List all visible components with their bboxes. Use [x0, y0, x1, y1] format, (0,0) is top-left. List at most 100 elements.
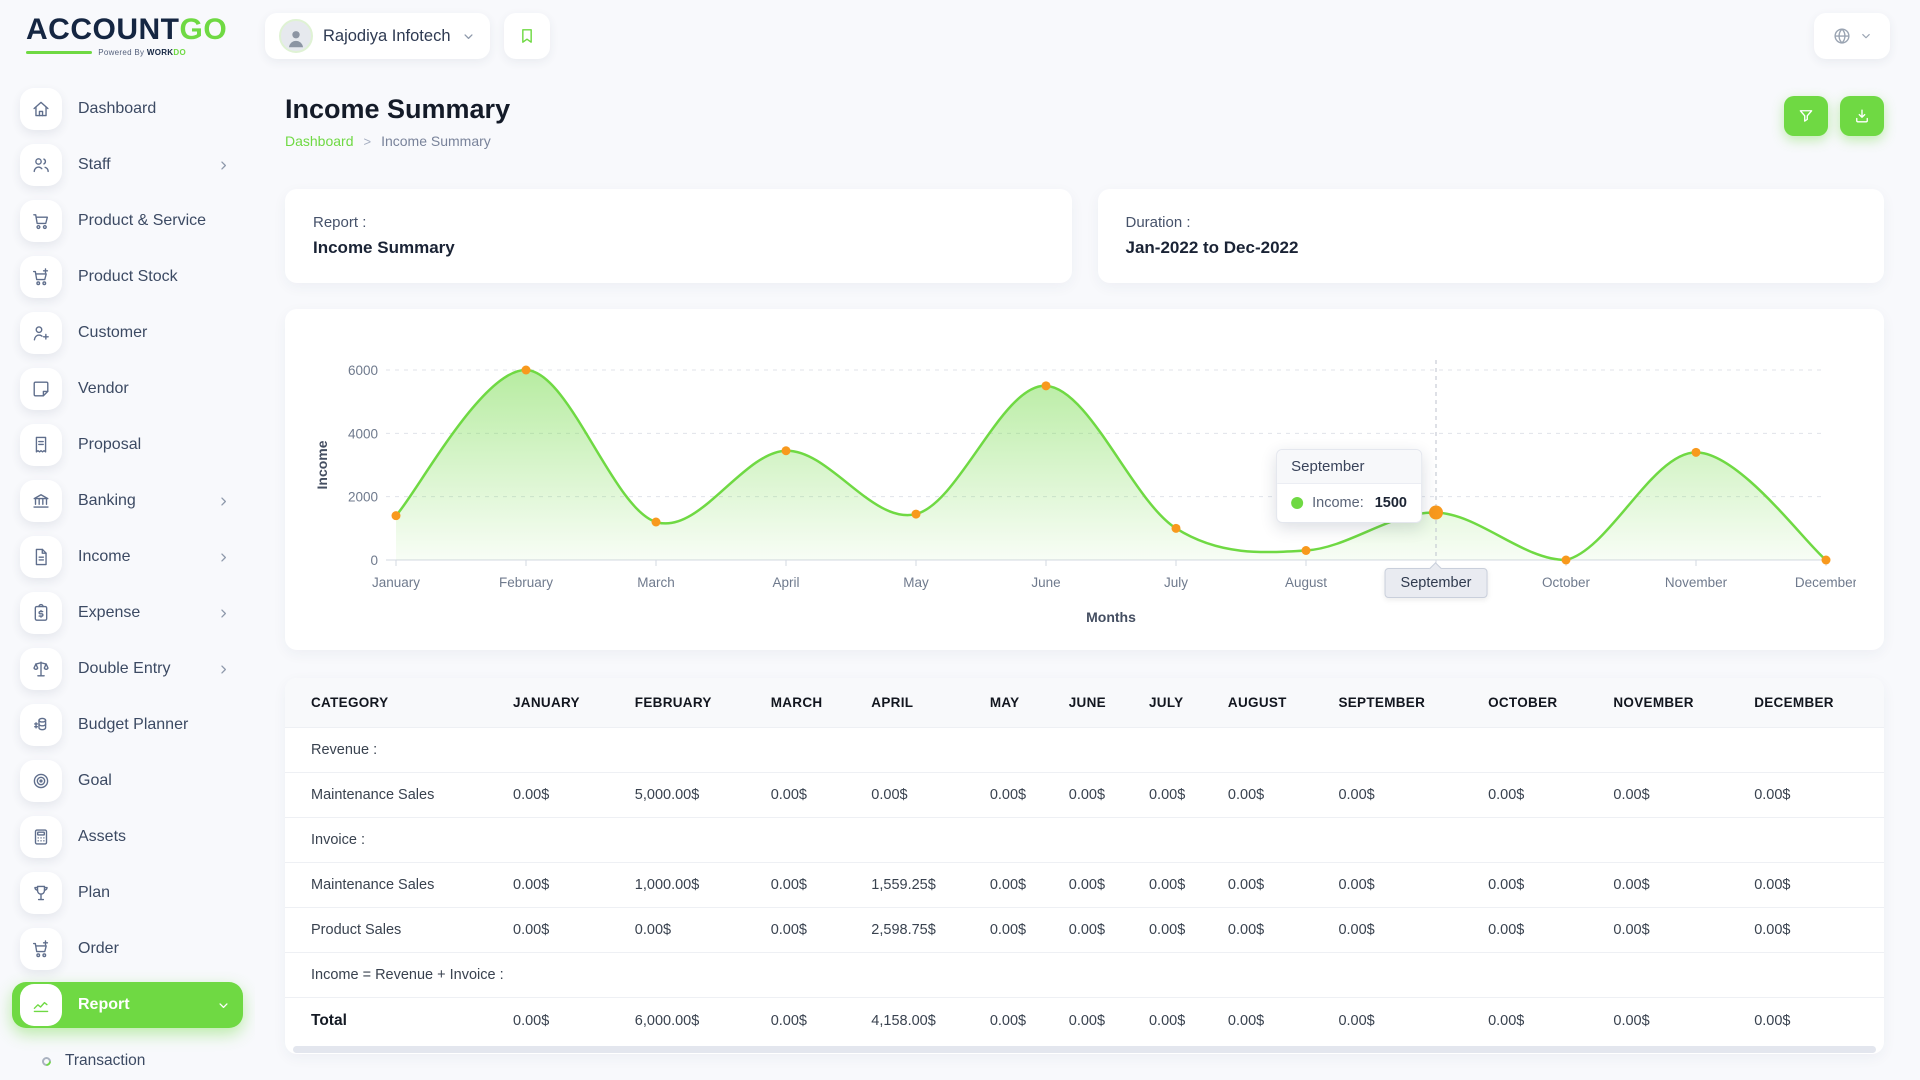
sidebar-item-staff[interactable]: Staff — [12, 142, 243, 188]
svg-text:0: 0 — [370, 553, 378, 568]
bookmark-button[interactable] — [504, 13, 550, 59]
sidebar-item-vendor[interactable]: Vendor — [12, 366, 243, 412]
chevron-right-icon — [216, 606, 231, 621]
table-header-march: MARCH — [761, 678, 862, 728]
table-row-total: Total0.00$6,000.00$0.00$4,158.00$0.00$0.… — [285, 998, 1884, 1045]
duration-value: Jan-2022 to Dec-2022 — [1126, 238, 1857, 258]
sidebar-item-order[interactable]: Order — [12, 926, 243, 972]
filter-button[interactable] — [1784, 96, 1828, 136]
sidebar-item-label: Product & Service — [78, 212, 231, 230]
table-section-invoice: Invoice : — [285, 818, 1884, 863]
target-icon — [30, 770, 52, 792]
svg-text:February: February — [499, 575, 553, 590]
table-header-december: DECEMBER — [1744, 678, 1884, 728]
bank-icon-box — [20, 480, 62, 522]
tooltip-title: September — [1277, 450, 1421, 484]
svg-text:December: December — [1795, 575, 1856, 590]
sidebar-item-budget-planner[interactable]: Budget Planner — [12, 702, 243, 748]
cart-plus-icon — [30, 938, 52, 960]
svg-text:October: October — [1542, 575, 1591, 590]
duration-card: Duration : Jan-2022 to Dec-2022 — [1098, 189, 1885, 283]
chevron-down-icon — [461, 29, 476, 44]
sidebar-item-product-stock[interactable]: Product Stock — [12, 254, 243, 300]
users-icon-box — [20, 144, 62, 186]
sidebar-item-label: Budget Planner — [78, 716, 231, 734]
sidebar-item-label: Staff — [78, 156, 200, 174]
brand-tagline: Powered By WORKDO — [26, 48, 186, 57]
report-value: Income Summary — [313, 238, 1044, 258]
clipboard-dollar-icon — [30, 602, 52, 624]
invoice-icon-box — [20, 536, 62, 578]
sidebar-item-double-entry[interactable]: Double Entry — [12, 646, 243, 692]
company-avatar — [279, 19, 313, 53]
svg-text:July: July — [1164, 575, 1188, 590]
sidebar-item-expense[interactable]: Expense — [12, 590, 243, 636]
sidebar-item-banking[interactable]: Banking — [12, 478, 243, 524]
sidebar-item-proposal[interactable]: Proposal — [12, 422, 243, 468]
sidebar-item-goal[interactable]: Goal — [12, 758, 243, 804]
chevron-down-icon — [1859, 29, 1873, 43]
download-icon — [1853, 107, 1871, 125]
home-icon — [30, 98, 52, 120]
users-icon — [30, 154, 52, 176]
trophy-icon-box — [20, 872, 62, 914]
svg-text:Income: Income — [314, 440, 330, 489]
svg-text:2000: 2000 — [348, 490, 378, 505]
report-card: Report : Income Summary — [285, 189, 1072, 283]
scale-icon — [30, 658, 52, 680]
target-icon-box — [20, 760, 62, 802]
tooltip-series-label: Income: — [1312, 495, 1364, 511]
series-color-dot — [1291, 497, 1303, 509]
svg-text:May: May — [903, 575, 929, 590]
company-selector[interactable]: Rajodiya Infotech — [265, 13, 490, 59]
scrollbar-thumb[interactable] — [293, 1046, 1876, 1053]
breadcrumb-dashboard-link[interactable]: Dashboard — [285, 133, 354, 149]
sidebar-item-plan[interactable]: Plan — [12, 870, 243, 916]
svg-text:April: April — [772, 575, 799, 590]
chevron-right-icon — [216, 158, 231, 173]
svg-text:November: November — [1665, 575, 1728, 590]
table-header-october: OCTOBER — [1478, 678, 1603, 728]
table-header-september: SEPTEMBER — [1328, 678, 1478, 728]
language-selector[interactable] — [1814, 13, 1890, 59]
sidebar-subitem-transaction[interactable]: Transaction — [12, 1038, 243, 1070]
chart-icon-box — [20, 984, 62, 1026]
sidebar-item-income[interactable]: Income — [12, 534, 243, 580]
sidebar-item-product-service[interactable]: Product & Service — [12, 198, 243, 244]
income-chart[interactable]: 0200040006000JanuaryFebruaryMarchAprilMa… — [311, 335, 1856, 635]
axis-pointer-label: September — [1385, 568, 1488, 598]
trophy-icon — [30, 882, 52, 904]
breadcrumb: Dashboard > Income Summary — [285, 133, 510, 149]
horizontal-scrollbar[interactable] — [285, 1045, 1884, 1054]
chevron-right-icon — [216, 494, 231, 509]
report-label: Report : — [313, 214, 1044, 231]
sidebar-item-label: Dashboard — [78, 100, 231, 118]
chevron-right-icon — [216, 550, 231, 565]
user-plus-icon-box — [20, 312, 62, 354]
income-summary-table: CATEGORYJANUARYFEBRUARYMARCHAPRILMAYJUNE… — [285, 678, 1884, 1044]
sidebar-item-assets[interactable]: Assets — [12, 814, 243, 860]
bullet-icon — [40, 1055, 53, 1068]
chevron-right-icon — [216, 662, 231, 677]
filter-icon — [1797, 107, 1815, 125]
svg-text:4000: 4000 — [348, 426, 378, 441]
sidebar-item-customer[interactable]: Customer — [12, 310, 243, 356]
calculator-icon-box — [20, 816, 62, 858]
breadcrumb-separator: > — [364, 134, 372, 149]
svg-text:6000: 6000 — [348, 363, 378, 378]
app-logo[interactable]: ACCOUNTGO Powered By WORKDO — [0, 15, 255, 57]
sidebar-item-label: Product Stock — [78, 268, 231, 286]
svg-text:Months: Months — [1086, 609, 1136, 625]
sidebar-item-label: Income — [78, 548, 200, 566]
download-button[interactable] — [1840, 96, 1884, 136]
sidebar-item-report[interactable]: Report — [12, 982, 243, 1028]
bank-icon — [30, 490, 52, 512]
table-header-february: FEBRUARY — [625, 678, 761, 728]
globe-icon — [1831, 25, 1853, 47]
calculator-icon — [30, 826, 52, 848]
chevron-down-icon — [216, 998, 231, 1013]
table-row-product-sales: Product Sales0.00$0.00$0.00$2,598.75$0.0… — [285, 908, 1884, 953]
sidebar-item-label: Goal — [78, 772, 231, 790]
table-header-january: JANUARY — [503, 678, 625, 728]
sidebar-item-dashboard[interactable]: Dashboard — [12, 86, 243, 132]
